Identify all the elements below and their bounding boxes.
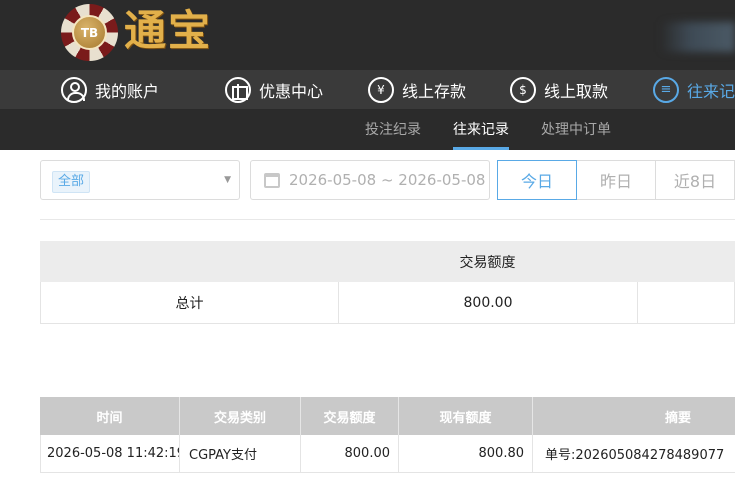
subnav-bet-records[interactable]: 投注纪录 xyxy=(365,110,421,150)
table-row: 2026-05-08 11:42:19 CGPAY支付 800.00 800.8… xyxy=(40,435,735,473)
nav-item-label: 线上取款 xyxy=(544,82,609,101)
user-icon xyxy=(61,77,87,103)
cell-amount: 800.00 xyxy=(301,435,399,472)
gift-icon xyxy=(225,77,251,103)
quick-range-8days-button[interactable]: 近8日 xyxy=(655,160,735,200)
nav-item-deposit[interactable]: 线上存款 xyxy=(368,70,467,109)
summary-total-label: 总计 xyxy=(41,282,339,323)
cell-type: CGPAY支付 xyxy=(180,435,301,472)
blurred-user-area xyxy=(660,22,735,52)
quick-range-yesterday-button[interactable]: 昨日 xyxy=(576,160,656,200)
selected-type-tag[interactable]: 全部 xyxy=(52,171,91,193)
nav-item-label: 优惠中心 xyxy=(259,82,324,101)
site-header: TB 通宝 xyxy=(0,0,735,70)
nav-item-account[interactable]: 我的账户 xyxy=(61,70,160,109)
brand-name[interactable]: 通宝 xyxy=(124,5,212,57)
nav-item-withdraw[interactable]: 线上取款 xyxy=(510,70,609,109)
cell-time: 2026-05-08 11:42:19 xyxy=(41,435,180,472)
nav-item-label: 我的账户 xyxy=(95,82,160,101)
nav-item-records[interactable]: 往来记录 xyxy=(653,70,735,109)
column-header-amount: 交易额度 xyxy=(301,397,399,435)
quick-range-today-button[interactable]: 今日 xyxy=(497,160,577,200)
subnav-pending-orders[interactable]: 处理中订单 xyxy=(541,110,611,150)
date-range-picker[interactable]: 2026-05-08 ~ 2026-05-08 xyxy=(250,160,490,200)
withdraw-icon xyxy=(510,77,536,103)
summary-total-value: 800.00 xyxy=(339,282,638,323)
detail-table-header: 时间 交易类别 交易额度 现有额度 摘要 xyxy=(40,397,735,435)
column-header-type: 交易类别 xyxy=(180,397,301,435)
cell-balance: 800.80 xyxy=(399,435,533,472)
transaction-type-select[interactable]: 全部 ▼ xyxy=(40,160,240,200)
column-header-summary: 摘要 xyxy=(664,410,691,426)
chevron-down-icon: ▼ xyxy=(224,175,231,185)
nav-item-label: 线上存款 xyxy=(402,82,467,101)
logo-chip-icon[interactable]: TB xyxy=(61,4,118,61)
sub-nav: 投注纪录 往来记录 处理中订单 xyxy=(0,110,735,150)
nav-item-label: 往来记录 xyxy=(687,82,735,101)
main-nav: 我的账户 优惠中心 线上存款 线上取款 往来记录 xyxy=(0,70,735,110)
deposit-icon xyxy=(368,77,394,103)
summary-row: 总计 800.00 xyxy=(40,282,735,324)
logo-chip-text: TB xyxy=(72,15,107,50)
subnav-transaction-records[interactable]: 往来记录 xyxy=(453,110,509,150)
record-icon xyxy=(653,77,679,103)
date-range-text: 2026-05-08 ~ 2026-05-08 xyxy=(289,171,486,189)
summary-header-label: 交易额度 xyxy=(459,254,516,271)
summary-header: 交易额度 xyxy=(40,241,735,282)
summary-empty-cell xyxy=(638,282,734,323)
calendar-icon xyxy=(264,172,280,188)
column-header-balance: 现有额度 xyxy=(399,397,533,435)
divider xyxy=(40,219,735,220)
nav-item-promotions[interactable]: 优惠中心 xyxy=(225,70,324,109)
column-header-time: 时间 xyxy=(40,397,180,435)
cell-summary: 单号:202605084278489077 xyxy=(545,448,725,463)
